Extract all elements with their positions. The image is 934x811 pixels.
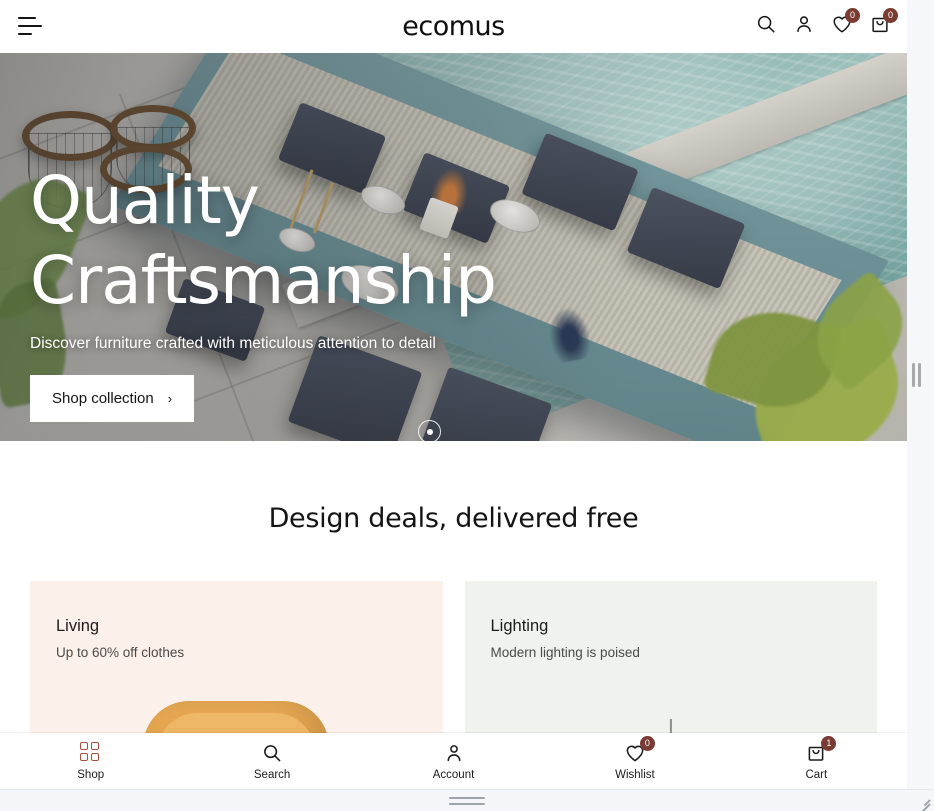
- carousel-dot-inner: [426, 428, 433, 435]
- nav-label: Search: [253, 768, 291, 781]
- handle-bar: [912, 363, 915, 387]
- nav-item-search[interactable]: Search: [181, 742, 362, 781]
- grid-square: [90, 741, 99, 750]
- wishlist-badge: 0: [845, 8, 860, 23]
- cart-badge: 0: [883, 8, 898, 23]
- chevron-right-icon: ›: [167, 391, 173, 406]
- wishlist-badge: 0: [639, 735, 655, 751]
- nav-label: Shop: [77, 768, 105, 781]
- card-title: Lighting: [490, 617, 549, 635]
- handle-bar: [449, 802, 485, 805]
- grid-square: [79, 752, 88, 761]
- user-icon[interactable]: [793, 13, 815, 37]
- hero-subtitle: Discover furniture crafted with meticulo…: [30, 335, 436, 352]
- hero-carousel[interactable]: Quality Craftsmanship Discover furniture…: [0, 53, 907, 441]
- right-gutter: [907, 0, 934, 789]
- vertical-resize-handle[interactable]: [911, 362, 922, 388]
- bottom-navigation: Shop Search Account 0 Wishlist 1 Cart: [0, 733, 907, 789]
- nav-label: Cart: [805, 768, 828, 781]
- shop-collection-button[interactable]: Shop collection ›: [30, 375, 195, 422]
- browser-viewport: ecomus 0 0 Quality Craftsmanship Discove…: [0, 0, 934, 811]
- nav-label: Account: [432, 768, 475, 781]
- nav-item-shop[interactable]: Shop: [0, 741, 181, 781]
- search-icon: [261, 742, 283, 764]
- search-icon[interactable]: [755, 13, 777, 37]
- grid-icon: [79, 741, 102, 764]
- header-actions: 0 0: [755, 8, 898, 37]
- card-subtitle: Modern lighting is poised: [490, 645, 640, 660]
- hero-title-line-2: Craftsmanship: [30, 242, 497, 319]
- window-bottom-bar: [0, 789, 934, 811]
- handle-bar: [918, 363, 921, 387]
- card-subtitle: Up to 60% off clothes: [56, 645, 185, 660]
- hero-content: Quality Craftsmanship Discover furniture…: [30, 161, 497, 422]
- bag-icon: 1: [805, 735, 837, 764]
- grid-icon-squares: [79, 741, 102, 761]
- grid-square: [79, 741, 88, 750]
- carousel-dot-indicator[interactable]: [418, 420, 441, 441]
- grid-square: [90, 752, 99, 761]
- cart-badge: 1: [821, 735, 837, 751]
- cart-icon[interactable]: 0: [869, 8, 898, 37]
- user-icon: [443, 742, 465, 764]
- hero-title-line-1: Quality: [30, 162, 260, 239]
- heart-icon: 0: [624, 735, 655, 764]
- nav-item-cart[interactable]: 1 Cart: [726, 735, 907, 781]
- card-title: Living: [56, 617, 100, 635]
- shop-collection-label: Shop collection: [52, 390, 154, 407]
- horizontal-resize-handle[interactable]: [449, 797, 485, 805]
- wishlist-icon[interactable]: 0: [831, 8, 860, 37]
- nav-item-wishlist[interactable]: 0 Wishlist: [544, 735, 725, 781]
- page-content: ecomus 0 0 Quality Craftsmanship Discove…: [0, 0, 907, 789]
- nav-item-account[interactable]: Account: [363, 742, 544, 781]
- handle-bar: [449, 797, 485, 800]
- site-header: ecomus 0 0: [0, 0, 907, 53]
- deals-heading: Design deals, delivered free: [268, 503, 639, 534]
- deals-section: Design deals, delivered free Living Up t…: [0, 441, 907, 781]
- nav-label: Wishlist: [615, 768, 655, 781]
- resize-grip-icon[interactable]: [916, 794, 931, 811]
